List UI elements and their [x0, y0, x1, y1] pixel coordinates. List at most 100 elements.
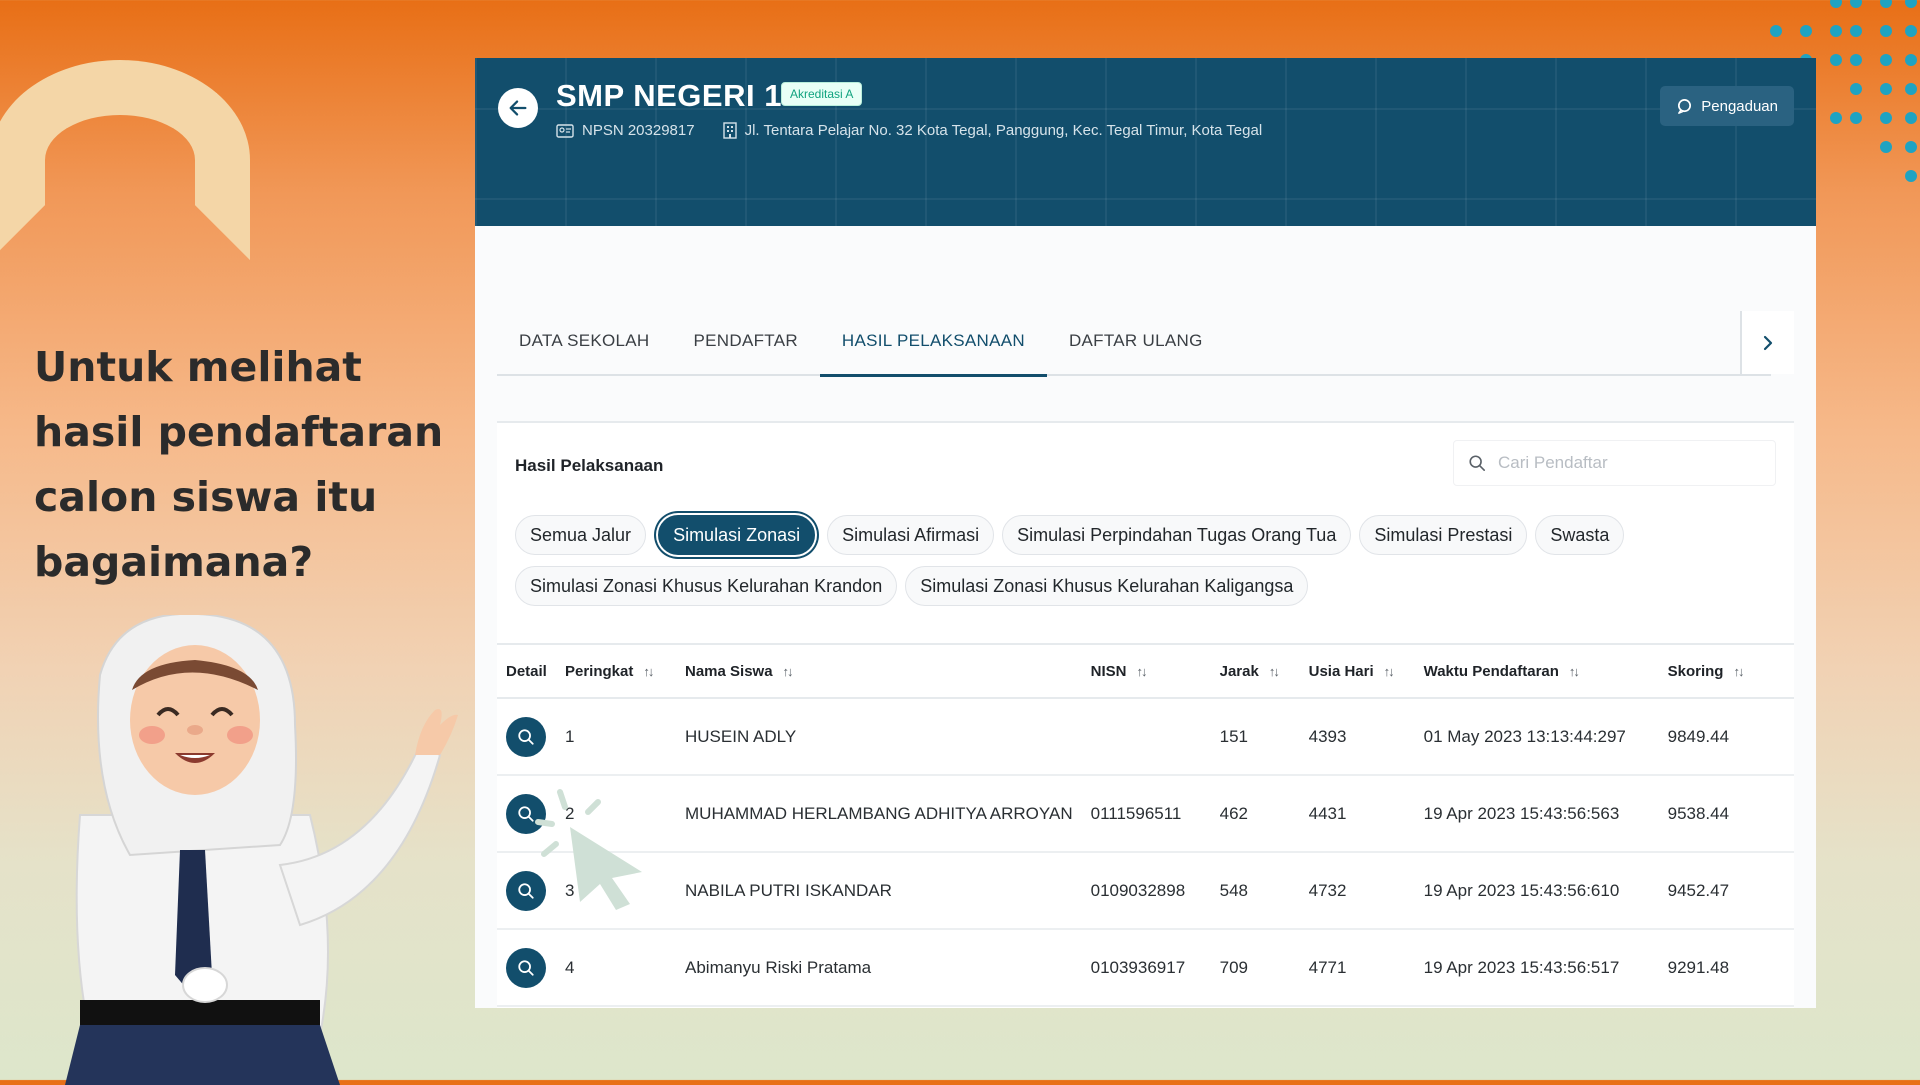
- school-name: SMP NEGERI 1: [556, 78, 782, 113]
- decorative-dot: [1850, 112, 1862, 124]
- decorative-dot: [1905, 170, 1917, 182]
- decorative-dot: [1850, 0, 1862, 8]
- app-panel: SMP NEGERI 1 Akreditasi A NPSN 20329817 …: [475, 58, 1816, 1008]
- results-card: Hasil Pelaksanaan Semua Jalur Simulasi Zo…: [497, 421, 1794, 1008]
- decorative-dot: [1880, 112, 1892, 124]
- name-cell: HUSEIN ADLY: [676, 698, 1082, 776]
- table-row: 4 Abimanyu Riski Pratama 0103936917 709 …: [497, 929, 1794, 1007]
- school-header: SMP NEGERI 1 Akreditasi A NPSN 20329817 …: [475, 58, 1816, 226]
- nisn-cell: 0111596511: [1081, 775, 1211, 853]
- sort-icon[interactable]: ↑↓: [1733, 664, 1744, 679]
- decorative-dot: [1905, 141, 1917, 153]
- col-nama-siswa[interactable]: Nama Siswa ↑↓: [676, 644, 1082, 699]
- school-meta: NPSN 20329817 Jl. Tentara Pelajar No. 32…: [556, 122, 1262, 139]
- decorative-arch: [0, 60, 250, 260]
- detail-button[interactable]: [506, 716, 546, 757]
- table-header-row: Detail Peringkat ↑↓ Nama Siswa ↑↓ NISN ↑↓ J…: [497, 644, 1794, 699]
- distance-cell: 151: [1210, 698, 1300, 776]
- accreditation-badge: Akreditasi A: [781, 82, 863, 106]
- npsn-text: NPSN 20329817: [582, 122, 695, 139]
- complaint-button[interactable]: Pengaduan: [1660, 86, 1794, 126]
- time-cell: 19 Apr 2023 15:43:56:517: [1414, 929, 1659, 1007]
- table-row: 3 NABILA PUTRI ISKANDAR 0109032898 548 4…: [497, 852, 1794, 930]
- chip-simulasi-afirmasi[interactable]: Simulasi Afirmasi: [827, 515, 995, 555]
- chip-simulasi-prestasi[interactable]: Simulasi Prestasi: [1359, 515, 1528, 555]
- sort-icon[interactable]: ↑↓: [1269, 664, 1280, 679]
- col-detail: Detail: [497, 644, 556, 699]
- decorative-dot: [1880, 83, 1892, 95]
- search-box[interactable]: [1453, 440, 1776, 486]
- tab-pendaftar[interactable]: PENDAFTAR: [672, 308, 820, 374]
- sort-icon[interactable]: ↑↓: [783, 664, 794, 679]
- name-cell: MUHAMMAD HERLAMBANG ADHITYA ARROYAN: [676, 775, 1082, 853]
- click-cursor-icon: [535, 789, 642, 910]
- search-icon: [518, 959, 534, 976]
- chip-zonasi-kaligangsa[interactable]: Simulasi Zonasi Khusus Kelurahan Kaligan…: [905, 566, 1309, 606]
- nisn-cell: 0103936917: [1081, 929, 1211, 1007]
- table-row: 2 MUHAMMAD HERLAMBANG ADHITYA ARROYAN 01…: [497, 775, 1794, 853]
- decorative-dot: [1880, 0, 1892, 8]
- score-cell: 9849.44: [1658, 698, 1794, 776]
- score-cell: 9538.44: [1658, 775, 1794, 853]
- name-cell: Abimanyu Riski Pratama: [676, 929, 1082, 1007]
- decorative-dot: [1830, 25, 1842, 37]
- decorative-dot: [1905, 54, 1917, 66]
- student-illustration: [65, 615, 458, 1085]
- detail-button[interactable]: [506, 947, 546, 988]
- search-icon: [1469, 455, 1486, 472]
- chip-zonasi-krandon[interactable]: Simulasi Zonasi Khusus Kelurahan Krandon: [515, 566, 898, 606]
- sort-icon[interactable]: ↑↓: [1569, 664, 1580, 679]
- tab-hasil-pelaksanaan[interactable]: HASIL PELAKSANAAN: [819, 308, 1047, 377]
- decorative-dot: [1880, 25, 1892, 37]
- col-peringkat[interactable]: Peringkat ↑↓: [556, 644, 676, 699]
- sort-icon[interactable]: ↑↓: [1136, 664, 1147, 679]
- tab-daftar-ulang[interactable]: DAFTAR ULANG: [1047, 308, 1225, 374]
- rank-cell: 1: [556, 698, 676, 776]
- decorative-dot: [1905, 25, 1917, 37]
- time-cell: 01 May 2023 13:13:44:297: [1414, 698, 1659, 776]
- decorative-dot: [1770, 25, 1782, 37]
- results-title: Hasil Pelaksanaan: [515, 456, 664, 475]
- distance-cell: 548: [1210, 852, 1300, 930]
- age-cell: 4732: [1299, 852, 1415, 930]
- decorative-dot: [1850, 25, 1862, 37]
- complaint-label: Pengaduan: [1701, 97, 1778, 115]
- col-jarak[interactable]: Jarak ↑↓: [1210, 644, 1300, 699]
- decorative-dot: [1880, 141, 1892, 153]
- col-skoring[interactable]: Skoring ↑↓: [1658, 644, 1794, 699]
- age-cell: 4771: [1299, 929, 1415, 1007]
- chip-simulasi-zonasi[interactable]: Simulasi Zonasi: [658, 515, 816, 555]
- results-table: Detail Peringkat ↑↓ Nama Siswa ↑↓ NISN ↑↓ J…: [497, 643, 1794, 1007]
- search-input[interactable]: [1496, 452, 1750, 474]
- col-nisn[interactable]: NISN ↑↓: [1081, 644, 1211, 699]
- age-cell: 4393: [1299, 698, 1415, 776]
- slide-headline: Untuk melihat hasil pendaftaran calon si…: [34, 343, 444, 586]
- chevron-right-icon: [1763, 335, 1773, 350]
- search-icon: [518, 728, 534, 745]
- tabs-next-button[interactable]: [1740, 311, 1794, 374]
- table-row: 1 HUSEIN ADLY 151 4393 01 May 2023 13:13…: [497, 698, 1794, 776]
- sort-icon[interactable]: ↑↓: [1384, 664, 1395, 679]
- decorative-dot: [1905, 112, 1917, 124]
- chip-semua-jalur[interactable]: Semua Jalur: [515, 515, 647, 555]
- score-cell: 9291.48: [1658, 929, 1794, 1007]
- decorative-dot: [1800, 25, 1812, 37]
- col-usia-hari[interactable]: Usia Hari ↑↓: [1299, 644, 1415, 699]
- back-button[interactable]: [498, 88, 538, 128]
- decorative-dot: [1905, 83, 1917, 95]
- building-icon: [722, 122, 737, 139]
- score-cell: 9452.47: [1658, 852, 1794, 930]
- nisn-cell: [1081, 698, 1211, 776]
- tab-bar: DATA SEKOLAH PENDAFTAR HASIL PELAKSANAAN…: [497, 308, 1771, 377]
- sort-icon[interactable]: ↑↓: [643, 664, 654, 679]
- chip-simulasi-perpindahan[interactable]: Simulasi Perpindahan Tugas Orang Tua: [1002, 515, 1352, 555]
- filter-chips: Semua Jalur Simulasi Zonasi Simulasi Afirm…: [515, 515, 1775, 617]
- chat-search-icon: [1678, 98, 1692, 114]
- chip-swasta[interactable]: Swasta: [1535, 515, 1625, 555]
- id-card-icon: [556, 123, 574, 138]
- col-waktu-pendaftaran[interactable]: Waktu Pendaftaran ↑↓: [1414, 644, 1659, 699]
- distance-cell: 462: [1210, 775, 1300, 853]
- tab-data-sekolah[interactable]: DATA SEKOLAH: [497, 308, 672, 374]
- arrow-left-icon: [509, 100, 527, 116]
- decorative-dot: [1830, 54, 1842, 66]
